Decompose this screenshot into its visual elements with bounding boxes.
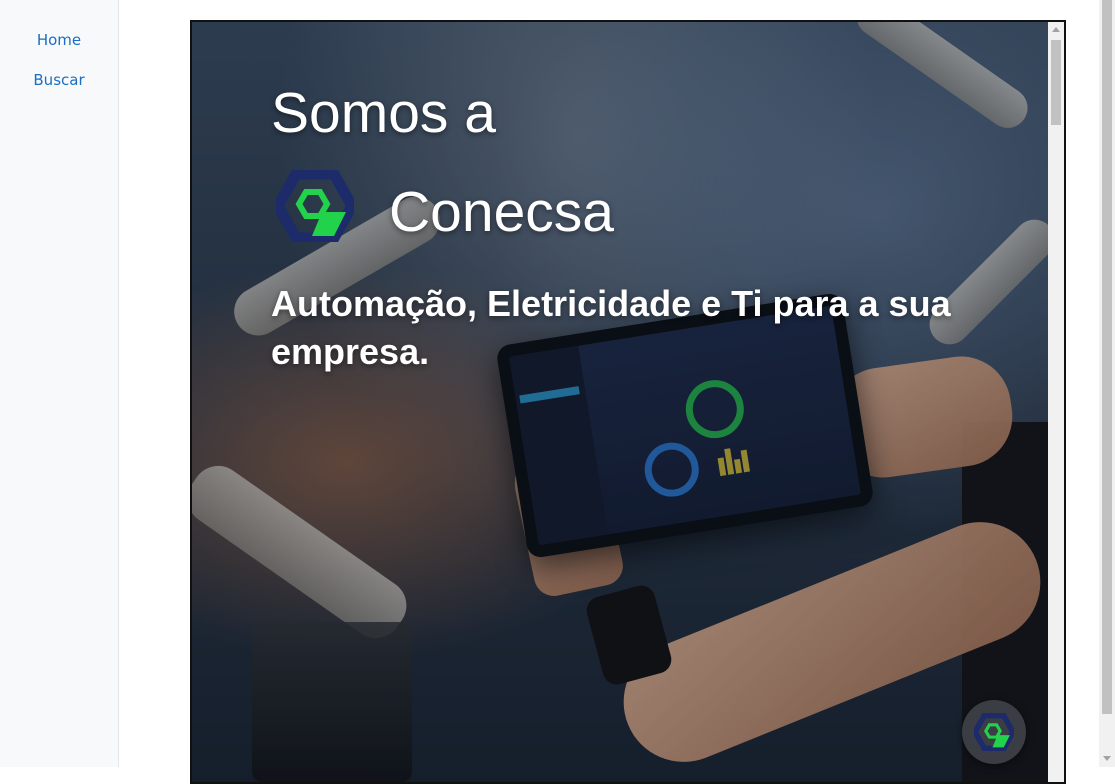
hero-headline: Somos a (271, 81, 496, 145)
embedded-frame: Somos a Conecsa Automação, Eletricidade … (190, 20, 1066, 784)
chat-fab-button[interactable] (962, 700, 1026, 764)
window-scrollbar[interactable] (1099, 0, 1115, 767)
scroll-down-icon[interactable] (1103, 756, 1111, 761)
hero-tagline: Automação, Eletricidade e Ti para a sua … (271, 283, 951, 372)
window-scroll-thumb[interactable] (1102, 0, 1112, 714)
nav-home-link[interactable]: Home (0, 31, 118, 49)
scroll-thumb[interactable] (1051, 40, 1061, 125)
sidebar: Home Buscar (0, 0, 119, 767)
hero-banner: Somos a Conecsa Automação, Eletricidade … (192, 22, 1048, 782)
frame-scrollbar[interactable] (1048, 22, 1064, 782)
conecsa-logo-icon (974, 713, 1014, 751)
scroll-up-icon[interactable] (1052, 27, 1060, 32)
conecsa-logo-icon (271, 168, 359, 244)
brand-name: Conecsa (389, 180, 614, 244)
nav-buscar-link[interactable]: Buscar (0, 71, 118, 89)
